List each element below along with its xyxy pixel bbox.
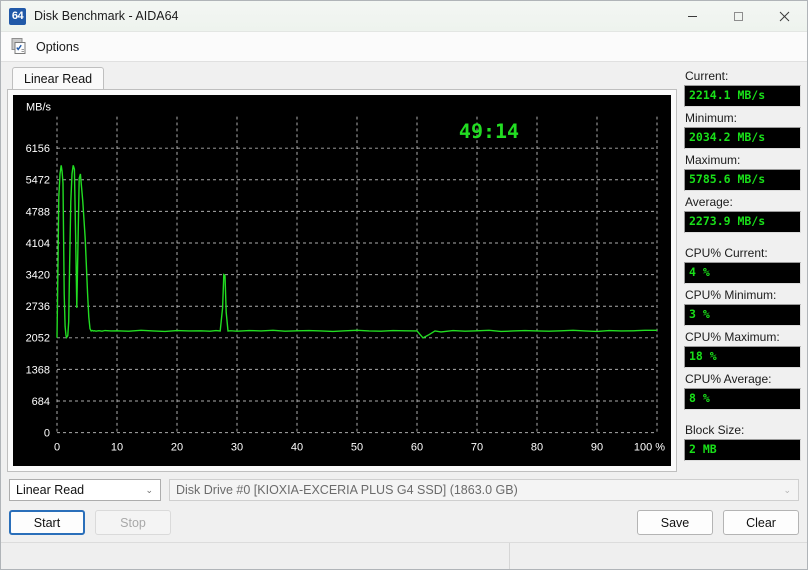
stat-item: CPU% Minimum: 3 % xyxy=(684,287,801,326)
options-button[interactable]: Options xyxy=(1,34,87,59)
clear-button[interactable]: Clear xyxy=(723,510,799,535)
chevron-down-icon: ⌄ xyxy=(783,484,791,495)
svg-text:70: 70 xyxy=(471,441,483,453)
start-button[interactable]: Start xyxy=(9,510,85,535)
maximize-icon[interactable] xyxy=(715,1,761,31)
tab-strip: Linear Read xyxy=(7,67,677,89)
stat-value: 2273.9 MB/s xyxy=(684,211,801,233)
app-icon: 64 xyxy=(9,7,26,25)
svg-text:20: 20 xyxy=(171,441,183,453)
tab-linear-read[interactable]: Linear Read xyxy=(12,67,105,89)
stat-label: CPU% Average: xyxy=(685,372,772,386)
svg-text:2736: 2736 xyxy=(26,301,50,313)
stat-item: CPU% Current: 4 % xyxy=(684,245,801,284)
selector-row: Linear Read ⌄ Disk Drive #0 [KIOXIA-EXCE… xyxy=(9,479,799,501)
svg-text:1368: 1368 xyxy=(26,364,50,376)
disk-drive-select[interactable]: Disk Drive #0 [KIOXIA-EXCERIA PLUS G4 SS… xyxy=(169,479,799,501)
svg-text:5472: 5472 xyxy=(26,175,50,187)
stat-value: 8 % xyxy=(684,388,801,410)
svg-text:3420: 3420 xyxy=(26,270,50,282)
stat-label: CPU% Current: xyxy=(685,246,768,260)
stat-label: CPU% Minimum: xyxy=(685,288,777,302)
main-content: Linear Read MB/s 0 684 1368 2052 2736 3420 4104… xyxy=(1,62,807,472)
svg-text:40: 40 xyxy=(291,441,303,453)
stat-value: 4 % xyxy=(684,262,801,284)
stat-label: CPU% Maximum: xyxy=(685,330,780,344)
svg-text:6156: 6156 xyxy=(26,143,50,155)
svg-text:10: 10 xyxy=(111,441,123,453)
svg-text:80: 80 xyxy=(531,441,543,453)
svg-text:684: 684 xyxy=(32,396,50,408)
status-pane-right xyxy=(510,543,807,569)
title-bar: 64 Disk Benchmark - AIDA64 xyxy=(1,1,807,32)
action-row: Start Stop Save Clear xyxy=(9,510,799,535)
svg-text:60: 60 xyxy=(411,441,423,453)
stat-value: 3 % xyxy=(684,304,801,326)
tab-panel: MB/s 0 684 1368 2052 2736 3420 4104 4788 5472 6156… xyxy=(7,89,677,472)
stat-item: Block Size: 2 MB xyxy=(684,422,801,461)
benchmark-chart: MB/s 0 684 1368 2052 2736 3420 4104 4788 5472 6156… xyxy=(13,95,671,466)
chevron-down-icon: ⌄ xyxy=(145,484,153,495)
stat-item: Average: 2273.9 MB/s xyxy=(684,194,801,233)
svg-text:4788: 4788 xyxy=(26,206,50,218)
svg-text:50: 50 xyxy=(351,441,363,453)
chart-svg: MB/s 0 684 1368 2052 2736 3420 4104 4788 5472 6156… xyxy=(26,102,666,453)
stat-value: 2 MB xyxy=(684,439,801,461)
stat-label: Average: xyxy=(685,195,733,209)
svg-text:MB/s: MB/s xyxy=(26,102,52,114)
disk-drive-value: Disk Drive #0 [KIOXIA-EXCERIA PLUS G4 SS… xyxy=(176,483,518,497)
stat-item: Current: 2214.1 MB/s xyxy=(684,68,801,107)
options-label: Options xyxy=(36,39,80,54)
stat-item: CPU% Average: 8 % xyxy=(684,371,801,410)
minimize-icon[interactable] xyxy=(669,1,715,31)
status-bar xyxy=(1,542,807,569)
disk-benchmark-window: 64 Disk Benchmark - AIDA64 Options Linea… xyxy=(0,0,808,570)
benchmark-mode-select[interactable]: Linear Read ⌄ xyxy=(9,479,161,501)
svg-text:90: 90 xyxy=(591,441,603,453)
statistics-panel: Current: 2214.1 MB/s Minimum: 2034.2 MB/s Ma… xyxy=(684,68,801,472)
svg-text:30: 30 xyxy=(231,441,243,453)
stat-item: Minimum: 2034.2 MB/s xyxy=(684,110,801,149)
svg-text:4104: 4104 xyxy=(26,238,50,250)
chart-column: Linear Read MB/s 0 684 1368 2052 2736 3420 4104… xyxy=(7,67,677,472)
svg-text:0: 0 xyxy=(44,428,50,440)
save-button[interactable]: Save xyxy=(637,510,713,535)
options-icon xyxy=(10,37,29,56)
stat-value: 2214.1 MB/s xyxy=(684,85,801,107)
stop-button: Stop xyxy=(95,510,171,535)
stat-label: Block Size: xyxy=(685,423,745,437)
stat-label: Current: xyxy=(685,69,729,83)
stat-label: Minimum: xyxy=(685,111,738,125)
stat-item: CPU% Maximum: 18 % xyxy=(684,329,801,368)
stat-item: Maximum: 5785.6 MB/s xyxy=(684,152,801,191)
stat-value: 18 % xyxy=(684,346,801,368)
svg-text:2052: 2052 xyxy=(26,333,50,345)
toolbar: Options xyxy=(1,32,807,62)
window-title: Disk Benchmark - AIDA64 xyxy=(34,9,179,23)
svg-text:0: 0 xyxy=(54,441,60,453)
stat-value: 5785.6 MB/s xyxy=(684,169,801,191)
status-pane-left xyxy=(1,543,510,569)
svg-text:49:14: 49:14 xyxy=(459,120,519,143)
benchmark-mode-value: Linear Read xyxy=(16,483,85,497)
svg-text:100 %: 100 % xyxy=(634,441,665,453)
stat-label: Maximum: xyxy=(685,153,741,167)
window-controls xyxy=(669,1,807,31)
bottom-controls: Linear Read ⌄ Disk Drive #0 [KIOXIA-EXCE… xyxy=(1,472,807,535)
stat-value: 2034.2 MB/s xyxy=(684,127,801,149)
close-icon[interactable] xyxy=(761,1,807,31)
